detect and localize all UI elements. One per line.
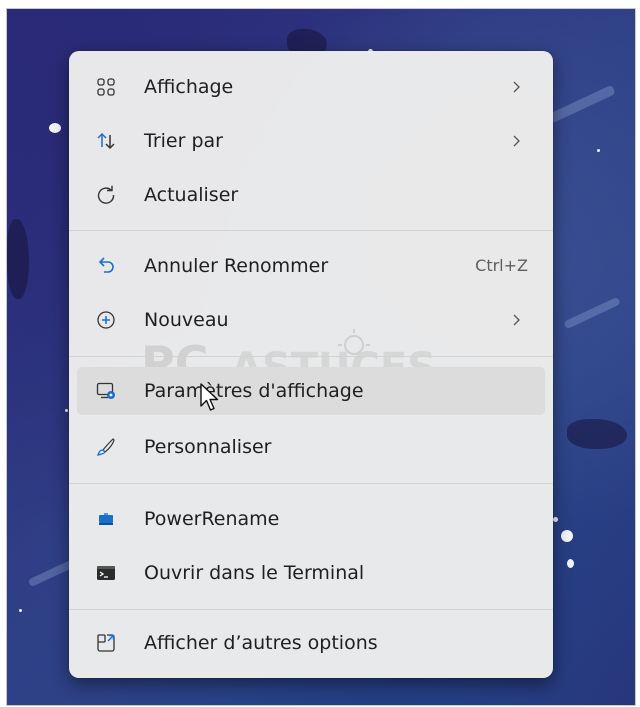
menu-item-label: Affichage [144, 76, 234, 98]
wallpaper-shape [567, 419, 627, 449]
wallpaper-speck [597, 149, 600, 152]
wallpaper-speck [553, 517, 558, 522]
display-settings-icon [96, 381, 116, 401]
menu-item-ouvrir-terminal[interactable]: Ouvrir dans le Terminal [77, 549, 545, 597]
menu-item-label: Personnaliser [144, 436, 272, 458]
sort-arrows-icon [96, 131, 116, 151]
more-options-icon [96, 633, 116, 653]
menu-item-label: Nouveau [144, 309, 229, 331]
menu-item-label: Annuler Renommer [144, 255, 329, 277]
menu-item-nouveau[interactable]: Nouveau [77, 296, 545, 344]
menu-item-trier-par[interactable]: Trier par [77, 117, 545, 165]
chevron-right-icon [511, 132, 521, 150]
add-circle-icon [96, 310, 116, 330]
wallpaper-speck [49, 123, 61, 133]
powerrename-icon [96, 509, 116, 529]
wallpaper-streak [548, 84, 616, 124]
menu-item-label: Trier par [144, 130, 223, 152]
grid-view-icon [96, 77, 116, 97]
wallpaper-speck [567, 559, 574, 568]
refresh-icon [96, 185, 116, 205]
menu-item-powerrename[interactable]: PowerRename [77, 495, 545, 543]
menu-item-label: Ouvrir dans le Terminal [144, 562, 365, 584]
terminal-icon [96, 563, 116, 583]
menu-item-actualiser[interactable]: Actualiser [77, 171, 545, 219]
keyboard-shortcut: Ctrl+Z [475, 256, 528, 275]
menu-separator [69, 483, 553, 484]
chevron-right-icon [511, 311, 521, 329]
menu-item-label: Actualiser [144, 184, 239, 206]
wallpaper-streak [563, 296, 621, 330]
mouse-pointer-icon [200, 383, 219, 411]
menu-separator [69, 609, 553, 610]
menu-item-affichage[interactable]: Affichage [77, 63, 545, 111]
desktop-context-menu: PC ASTUCES Affichage Trier par Actualise… [69, 51, 553, 678]
undo-icon [96, 256, 116, 276]
menu-item-annuler-renommer[interactable]: Annuler Renommer Ctrl+Z [77, 242, 545, 290]
menu-item-personnaliser[interactable]: Personnaliser [77, 423, 545, 471]
menu-separator [69, 356, 553, 357]
wallpaper-speck [65, 409, 68, 412]
paintbrush-icon [96, 437, 116, 457]
menu-item-afficher-autres-options[interactable]: Afficher d’autres options [77, 619, 545, 667]
menu-item-label: PowerRename [144, 508, 280, 530]
wallpaper-shape [7, 219, 29, 299]
wallpaper-speck [561, 530, 573, 542]
menu-separator [69, 230, 553, 231]
menu-item-label: Paramètres d'affichage [144, 380, 364, 402]
menu-item-label: Afficher d’autres options [144, 632, 378, 654]
chevron-right-icon [511, 78, 521, 96]
menu-item-parametres-affichage[interactable]: Paramètres d'affichage [77, 367, 545, 415]
wallpaper-speck [19, 609, 22, 612]
